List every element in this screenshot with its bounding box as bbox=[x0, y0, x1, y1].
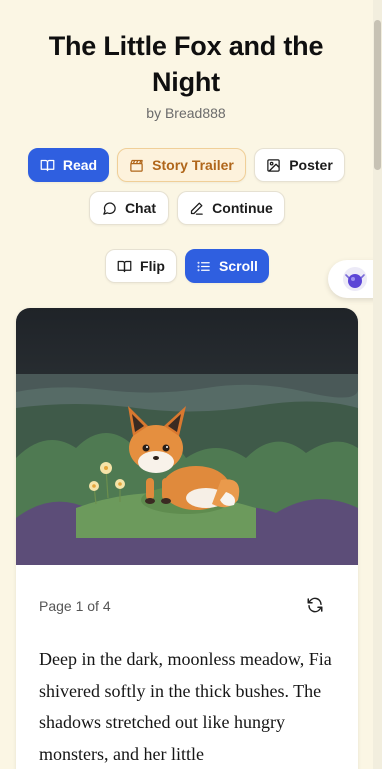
story-page: The Little Fox and the Night by Bread888… bbox=[0, 0, 382, 769]
continue-label: Continue bbox=[212, 200, 273, 216]
clapperboard-icon bbox=[130, 159, 143, 172]
book-open-icon bbox=[117, 260, 132, 272]
story-page-card: Page 1 of 4 Deep in the dark, moonless m… bbox=[16, 308, 358, 769]
flip-mode-label: Flip bbox=[140, 258, 165, 274]
book-open-icon bbox=[40, 159, 55, 171]
assistant-orb-icon bbox=[343, 267, 367, 291]
image-icon bbox=[267, 158, 280, 172]
read-button[interactable]: Read bbox=[28, 148, 109, 182]
list-icon bbox=[197, 261, 210, 271]
refresh-icon[interactable] bbox=[306, 596, 324, 614]
story-illustration bbox=[16, 308, 358, 565]
story-text: Deep in the dark, moonless meadow, Fia s… bbox=[39, 649, 332, 764]
continue-button[interactable]: Continue bbox=[177, 191, 285, 225]
poster-label: Poster bbox=[289, 157, 333, 173]
pencil-icon bbox=[191, 202, 203, 215]
read-label: Read bbox=[62, 157, 98, 173]
chat-button[interactable]: Chat bbox=[89, 191, 169, 225]
story-trailer-button[interactable]: Story Trailer bbox=[117, 148, 246, 182]
page-indicator: Page 1 of 4 bbox=[39, 598, 111, 614]
chat-bubble-icon bbox=[103, 201, 116, 215]
chat-label: Chat bbox=[124, 200, 157, 216]
story-title: The Little Fox and the Night bbox=[48, 31, 324, 97]
scroll-mode-button[interactable]: Scroll bbox=[185, 249, 269, 283]
scroll-mode-label: Scroll bbox=[219, 258, 258, 274]
scrollbar-thumb[interactable] bbox=[374, 20, 381, 170]
story-trailer-label: Story Trailer bbox=[152, 157, 234, 173]
story-author: by Bread888 bbox=[146, 105, 226, 121]
flip-mode-button[interactable]: Flip bbox=[105, 249, 177, 283]
poster-button[interactable]: Poster bbox=[254, 148, 345, 182]
